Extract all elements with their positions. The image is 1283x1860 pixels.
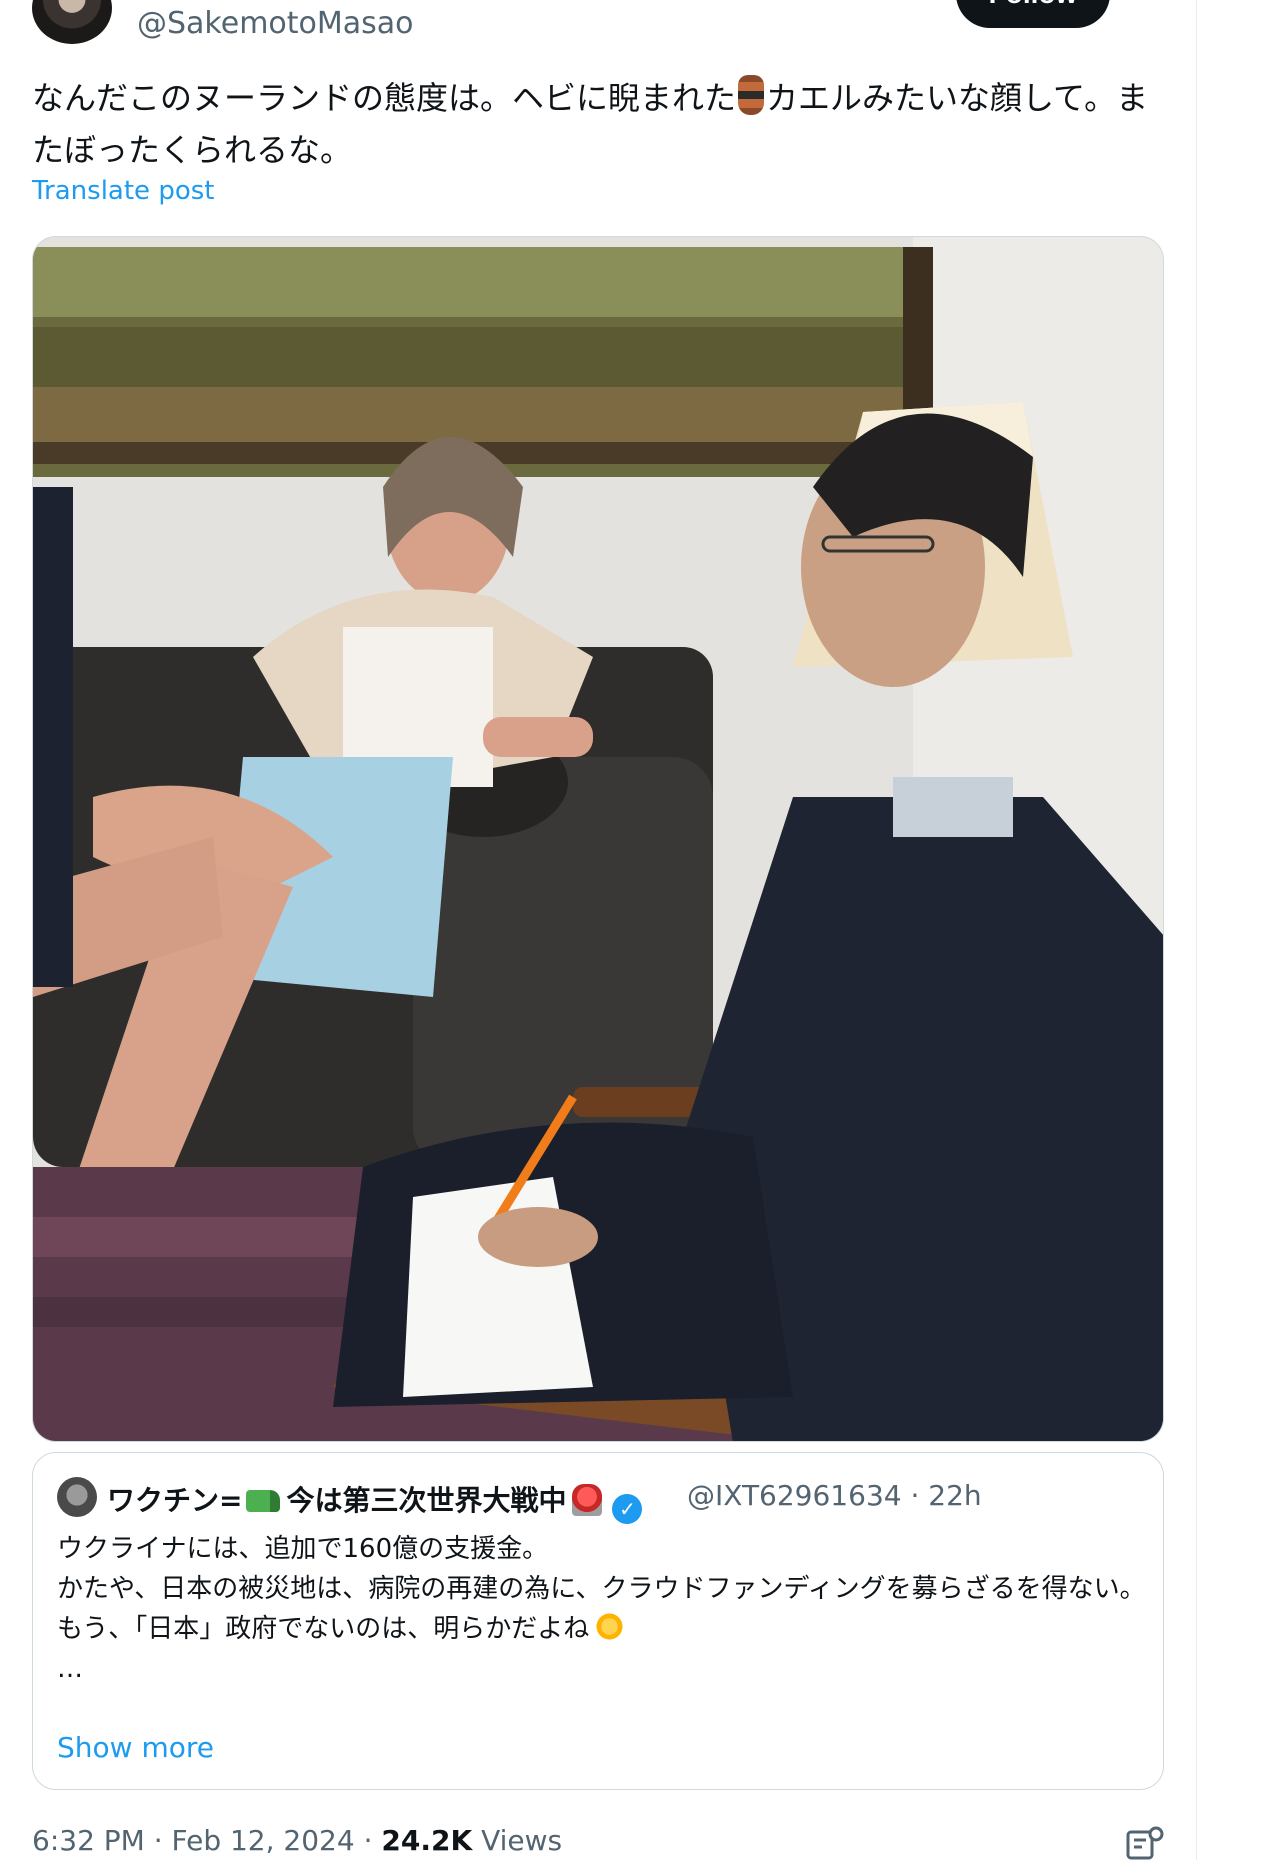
follow-button[interactable]: Follow	[956, 0, 1110, 28]
column-divider	[1196, 0, 1197, 1860]
quoted-text: ウクライナには、追加で160億の支援金。 かたや、日本の被災地は、病院の再建の為…	[57, 1529, 1147, 1689]
show-more-link[interactable]: Show more	[57, 1731, 214, 1764]
post-timestamp[interactable]: 6:32 PM · Feb 12, 2024 ·	[32, 1824, 381, 1857]
post-text-part1: なんだこのヌーランドの態度は。ヘビに睨まれた	[32, 79, 737, 117]
amphora-emoji-icon	[738, 75, 765, 115]
views-label: Views	[472, 1824, 563, 1857]
quoted-name-part1: ワクチン=	[107, 1484, 243, 1517]
views-count: 24.2K	[381, 1824, 473, 1857]
quoted-name-part2: 今は第三次世界大戦中	[286, 1484, 567, 1517]
verified-badge-icon: ✓	[612, 1494, 643, 1524]
analytics-icon[interactable]	[1126, 1826, 1164, 1860]
quoted-line-4: …	[57, 1654, 83, 1684]
quoted-handle-time[interactable]: @IXT62961634 · 22h	[687, 1479, 982, 1512]
dizzy-icon	[593, 1613, 624, 1643]
author-avatar[interactable]	[32, 0, 112, 44]
translate-post-link[interactable]: Translate post	[32, 176, 214, 206]
water-pistol-icon	[246, 1490, 281, 1512]
photo-illustration	[33, 237, 1163, 1441]
quoted-line-3: もう、「日本」政府でないのは、明らかだよね	[57, 1609, 1147, 1649]
post-meta: 6:32 PM · Feb 12, 2024 · 24.2K Views	[32, 1824, 562, 1857]
quoted-line-3-text: もう、「日本」政府でないのは、明らかだよね	[57, 1614, 590, 1644]
author-handle[interactable]: @SakemotoMasao	[137, 6, 414, 41]
post-text: なんだこのヌーランドの態度は。ヘビに睨まれた カエルみたいな顔して。またぼったくら…	[32, 72, 1172, 176]
quoted-line-2: かたや、日本の被災地は、病院の再建の為に、クラウドファンディングを募らざるを得な…	[57, 1574, 1146, 1604]
quoted-line-1: ウクライナには、追加で160億の支援金。	[57, 1534, 549, 1564]
quoted-tweet[interactable]: ワクチン= 今は第三次世界大戦中 ✓ @IXT62961634 · 22h ウクライ…	[32, 1452, 1164, 1790]
quoted-author-avatar[interactable]	[57, 1477, 97, 1517]
quoted-author-name[interactable]: ワクチン= 今は第三次世界大戦中 ✓	[107, 1479, 643, 1524]
post-photo[interactable]	[32, 236, 1164, 1442]
police-light-icon	[572, 1484, 603, 1516]
